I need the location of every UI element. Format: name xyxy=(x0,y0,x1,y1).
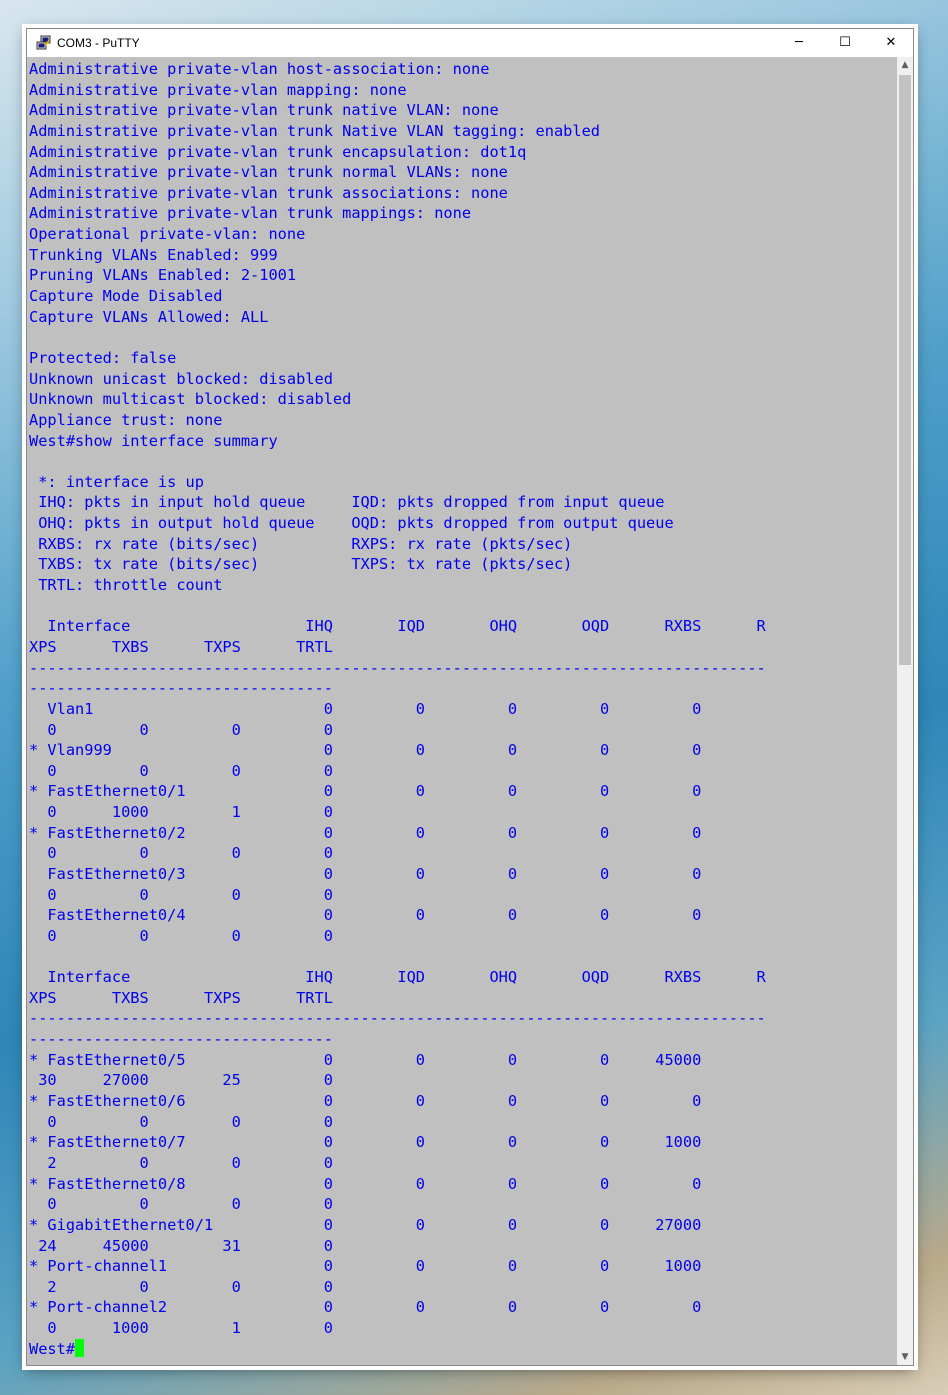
terminal-line: 0 0 0 0 xyxy=(29,1112,333,1131)
terminal-line: Administrative private-vlan trunk Native… xyxy=(29,121,600,140)
terminal-line: RXBS: rx rate (bits/sec) RXPS: rx rate (… xyxy=(29,534,573,553)
text-cursor xyxy=(75,1338,85,1357)
terminal-line: Capture VLANs Allowed: ALL xyxy=(29,307,269,326)
terminal-line: Unknown unicast blocked: disabled xyxy=(29,369,333,388)
terminal-line: Administrative private-vlan trunk associ… xyxy=(29,183,508,202)
command-prompt: West# xyxy=(29,1339,76,1358)
terminal-line: 0 0 0 0 xyxy=(29,761,333,780)
terminal-line: * FastEthernet0/6 0 0 0 0 0 xyxy=(29,1092,702,1111)
putty-window: COM3 - PuTTY ─ ☐ ✕ Administrative privat… xyxy=(26,28,914,1366)
terminal-line: Appliance trust: none xyxy=(29,410,223,429)
terminal-line: Operational private-vlan: none xyxy=(29,225,306,244)
terminal-line: West#show interface summary xyxy=(29,431,278,450)
terminal-line: Pruning VLANs Enabled: 2-1001 xyxy=(29,266,297,285)
terminal-line: 0 0 0 0 xyxy=(29,1195,333,1214)
terminal-line: Capture Mode Disabled xyxy=(29,287,223,306)
terminal-line: Interface IHQ IQD OHQ OQD RXBS R xyxy=(29,968,766,987)
terminal-line: Trunking VLANs Enabled: 999 xyxy=(29,245,278,264)
terminal-line: ----------------------------------------… xyxy=(29,658,766,677)
terminal-line: TRTL: throttle count xyxy=(29,576,223,595)
terminal-line: Interface IHQ IQD OHQ OQD RXBS R xyxy=(29,617,766,636)
terminal-line: * FastEthernet0/5 0 0 0 0 45000 xyxy=(29,1050,702,1069)
terminal-line: Administrative private-vlan host-associa… xyxy=(29,60,490,78)
window-title: COM3 - PuTTY xyxy=(57,36,140,50)
terminal-line: FastEthernet0/4 0 0 0 0 0 xyxy=(29,906,702,925)
terminal-line: 24 45000 31 0 xyxy=(29,1236,333,1255)
terminal-line: 0 1000 1 0 xyxy=(29,803,333,822)
terminal-line: Unknown multicast blocked: disabled xyxy=(29,390,352,409)
minimize-button[interactable]: ─ xyxy=(777,29,821,57)
terminal-line: 0 0 0 0 xyxy=(29,720,333,739)
terminal-line: --------------------------------- xyxy=(29,1030,333,1049)
terminal-line: * Port-channel1 0 0 0 0 1000 xyxy=(29,1257,702,1276)
terminal-line: 30 27000 25 0 xyxy=(29,1071,333,1090)
terminal-line: *: interface is up xyxy=(29,472,204,491)
terminal-line: 0 0 0 0 xyxy=(29,926,333,945)
terminal-line: 2 0 0 0 xyxy=(29,1153,333,1172)
scroll-down-arrow-icon[interactable]: ▼ xyxy=(897,1349,913,1365)
terminal-line: ----------------------------------------… xyxy=(29,1009,766,1028)
terminal-line: * FastEthernet0/2 0 0 0 0 0 xyxy=(29,823,702,842)
terminal-line: * Vlan999 0 0 0 0 0 xyxy=(29,741,702,760)
putty-icon[interactable] xyxy=(36,35,52,51)
terminal-line: Administrative private-vlan trunk native… xyxy=(29,101,499,120)
maximize-button[interactable]: ☐ xyxy=(823,29,867,57)
terminal-line: XPS TXBS TXPS TRTL xyxy=(29,637,333,656)
terminal-line: Administrative private-vlan trunk mappin… xyxy=(29,204,472,223)
scroll-up-arrow-icon[interactable]: ▲ xyxy=(897,57,913,73)
terminal-line: * FastEthernet0/7 0 0 0 0 1000 xyxy=(29,1133,702,1152)
terminal-line: 0 0 0 0 xyxy=(29,885,333,904)
terminal-output: Administrative private-vlan host-associa… xyxy=(29,59,766,1359)
terminal-prompt-line[interactable]: West# xyxy=(29,1338,766,1360)
terminal-line: Administrative private-vlan trunk normal… xyxy=(29,163,508,182)
terminal-line: 0 0 0 0 xyxy=(29,844,333,863)
terminal-line: 2 0 0 0 xyxy=(29,1277,333,1296)
terminal-line: 0 1000 1 0 xyxy=(29,1319,333,1338)
scrollbar-thumb[interactable] xyxy=(899,75,911,665)
terminal-area[interactable]: Administrative private-vlan host-associa… xyxy=(27,57,897,1365)
terminal-line: * FastEthernet0/8 0 0 0 0 0 xyxy=(29,1174,702,1193)
terminal-line: FastEthernet0/3 0 0 0 0 0 xyxy=(29,864,702,883)
close-button[interactable]: ✕ xyxy=(869,29,913,57)
title-bar[interactable]: COM3 - PuTTY ─ ☐ ✕ xyxy=(27,29,913,57)
terminal-line: Administrative private-vlan mapping: non… xyxy=(29,80,407,99)
terminal-line: Vlan1 0 0 0 0 0 xyxy=(29,699,702,718)
terminal-line: * GigabitEthernet0/1 0 0 0 0 27000 xyxy=(29,1215,702,1234)
terminal-line: IHQ: pkts in input hold queue IQD: pkts … xyxy=(29,493,665,512)
terminal-line: XPS TXBS TXPS TRTL xyxy=(29,988,333,1007)
terminal-line: * Port-channel2 0 0 0 0 0 xyxy=(29,1298,702,1317)
terminal-line: --------------------------------- xyxy=(29,679,333,698)
terminal-line: Administrative private-vlan trunk encaps… xyxy=(29,142,527,161)
terminal-line: * FastEthernet0/1 0 0 0 0 0 xyxy=(29,782,702,801)
terminal-line: Protected: false xyxy=(29,348,177,367)
vertical-scrollbar[interactable]: ▲ ▼ xyxy=(897,57,913,1365)
terminal-line: OHQ: pkts in output hold queue OQD: pkts… xyxy=(29,514,674,533)
terminal-line: TXBS: tx rate (bits/sec) TXPS: tx rate (… xyxy=(29,555,573,574)
